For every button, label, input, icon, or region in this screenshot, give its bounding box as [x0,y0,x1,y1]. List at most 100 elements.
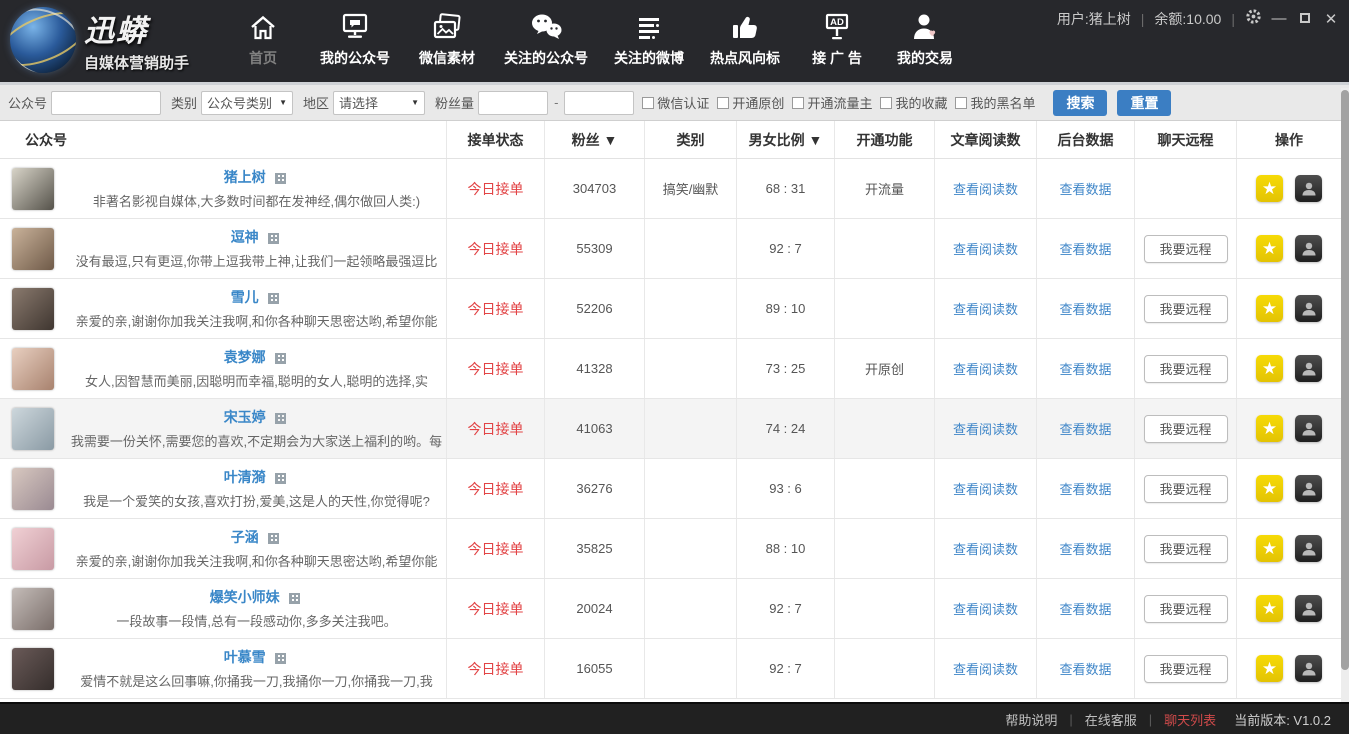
remote-button[interactable]: 我要远程 [1144,535,1228,563]
favorite-star-button[interactable]: ★ [1256,235,1283,262]
account-filter-input[interactable] [51,91,161,115]
nav-item-take-ads[interactable]: AD 接 广 告 [806,10,868,68]
nav-item-followed-weibo[interactable]: 关注的微博 [614,10,684,68]
view-reads-link[interactable]: 查看阅读数 [953,479,1018,498]
view-data-link[interactable]: 查看数据 [1059,539,1111,558]
qr-code-icon[interactable] [268,533,279,544]
view-reads-link[interactable]: 查看阅读数 [953,659,1018,678]
close-button[interactable]: ✕ [1323,10,1339,28]
account-name-link[interactable]: 宋玉婷 [224,407,266,427]
account-name-link[interactable]: 子涵 [231,527,259,547]
view-data-link[interactable]: 查看数据 [1059,479,1111,498]
help-link[interactable]: 帮助说明 [1005,710,1057,729]
nav-item-my-accounts[interactable]: 我的公众号 [320,10,390,68]
contact-person-button[interactable] [1295,175,1322,202]
contact-person-button[interactable] [1295,235,1322,262]
scrollbar-thumb[interactable] [1341,90,1349,670]
avatar[interactable] [12,528,54,570]
nav-item-home[interactable]: 首页 [232,10,294,68]
view-data-link[interactable]: 查看数据 [1059,239,1111,258]
avatar[interactable] [12,648,54,690]
account-name-link[interactable]: 叶清漪 [224,467,266,487]
avatar[interactable] [12,348,54,390]
contact-person-button[interactable] [1295,295,1322,322]
checkbox-my-favorites[interactable]: 我的收藏 [880,93,947,112]
settings-gear-icon[interactable] [1245,8,1261,29]
view-reads-link[interactable]: 查看阅读数 [953,359,1018,378]
contact-person-button[interactable] [1295,535,1322,562]
favorite-star-button[interactable]: ★ [1256,595,1283,622]
qr-code-icon[interactable] [289,593,300,604]
qr-code-icon[interactable] [275,353,286,364]
checkbox-original-enabled[interactable]: 开通原创 [717,93,784,112]
favorite-star-button[interactable]: ★ [1256,355,1283,382]
nav-item-wechat-material[interactable]: 微信素材 [416,10,478,68]
nav-item-followed-accounts[interactable]: 关注的公众号 [504,10,588,68]
remote-button[interactable]: 我要远程 [1144,475,1228,503]
remote-button[interactable]: 我要远程 [1144,655,1228,683]
maximize-button[interactable] [1297,10,1313,27]
reset-button[interactable]: 重置 [1117,90,1171,116]
qr-code-icon[interactable] [268,233,279,244]
contact-person-button[interactable] [1295,595,1322,622]
contact-person-button[interactable] [1295,475,1322,502]
fans-max-input[interactable] [564,91,634,115]
favorite-star-button[interactable]: ★ [1256,535,1283,562]
account-name-link[interactable]: 雪儿 [231,287,259,307]
remote-button[interactable]: 我要远程 [1144,415,1228,443]
view-data-link[interactable]: 查看数据 [1059,299,1111,318]
account-name-link[interactable]: 叶慕雪 [224,647,266,667]
minimize-button[interactable]: — [1271,10,1287,27]
favorite-star-button[interactable]: ★ [1256,475,1283,502]
nav-item-my-trades[interactable]: 我的交易 [894,10,956,68]
view-reads-link[interactable]: 查看阅读数 [953,419,1018,438]
online-support-link[interactable]: 在线客服 [1085,710,1137,729]
qr-code-icon[interactable] [268,293,279,304]
avatar[interactable] [12,468,54,510]
qr-code-icon[interactable] [275,653,286,664]
chat-list-link[interactable]: 聊天列表 [1164,710,1216,729]
search-button[interactable]: 搜索 [1053,90,1107,116]
favorite-star-button[interactable]: ★ [1256,415,1283,442]
avatar[interactable] [12,168,54,210]
avatar[interactable] [12,588,54,630]
contact-person-button[interactable] [1295,415,1322,442]
qr-code-icon[interactable] [275,413,286,424]
account-name-link[interactable]: 逗神 [231,227,259,247]
account-name-link[interactable]: 袁梦娜 [224,347,266,367]
qr-code-icon[interactable] [275,173,286,184]
contact-person-button[interactable] [1295,355,1322,382]
view-data-link[interactable]: 查看数据 [1059,359,1111,378]
remote-button[interactable]: 我要远程 [1144,295,1228,323]
favorite-star-button[interactable]: ★ [1256,295,1283,322]
view-data-link[interactable]: 查看数据 [1059,179,1111,198]
view-data-link[interactable]: 查看数据 [1059,419,1111,438]
view-reads-link[interactable]: 查看阅读数 [953,539,1018,558]
view-reads-link[interactable]: 查看阅读数 [953,299,1018,318]
remote-button[interactable]: 我要远程 [1144,595,1228,623]
checkbox-my-blacklist[interactable]: 我的黑名单 [955,93,1035,112]
category-select[interactable]: 公众号类别 ▼ [201,91,293,115]
view-reads-link[interactable]: 查看阅读数 [953,179,1018,198]
nav-item-hot-trends[interactable]: 热点风向标 [710,10,780,68]
view-data-link[interactable]: 查看数据 [1059,599,1111,618]
avatar[interactable] [12,228,54,270]
view-reads-link[interactable]: 查看阅读数 [953,239,1018,258]
avatar[interactable] [12,288,54,330]
remote-button[interactable]: 我要远程 [1144,235,1228,263]
checkbox-traffic-enabled[interactable]: 开通流量主 [792,93,872,112]
fans-min-input[interactable] [478,91,548,115]
avatar[interactable] [12,408,54,450]
header-gender-ratio-sort[interactable]: 男女比例 ▼ [737,121,835,158]
view-data-link[interactable]: 查看数据 [1059,659,1111,678]
account-name-link[interactable]: 爆笑小师妹 [210,587,280,607]
favorite-star-button[interactable]: ★ [1256,655,1283,682]
account-name-link[interactable]: 猪上树 [224,167,266,187]
contact-person-button[interactable] [1295,655,1322,682]
qr-code-icon[interactable] [275,473,286,484]
header-fans-sort[interactable]: 粉丝 ▼ [545,121,645,158]
view-reads-link[interactable]: 查看阅读数 [953,599,1018,618]
region-select[interactable]: 请选择 ▼ [333,91,425,115]
favorite-star-button[interactable]: ★ [1256,175,1283,202]
remote-button[interactable]: 我要远程 [1144,355,1228,383]
